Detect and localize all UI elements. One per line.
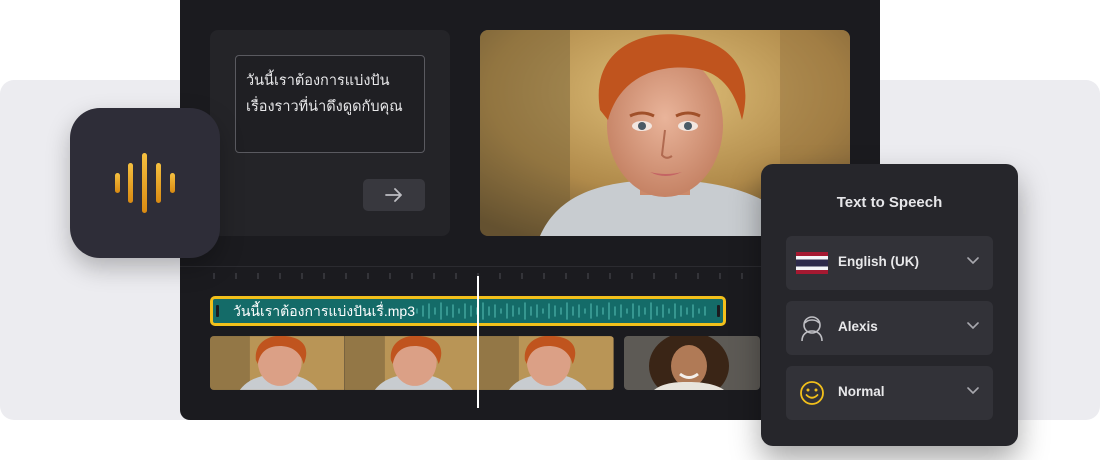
- script-text-area[interactable]: วันนี้เราต้องการแบ่งปันเรื่องราวที่น่าดึ…: [235, 55, 425, 153]
- submit-button[interactable]: [363, 179, 425, 211]
- video-clip[interactable]: [210, 336, 614, 390]
- video-thumbnail: [479, 336, 614, 390]
- chevron-down-icon: [967, 257, 979, 265]
- clip-left-handle[interactable]: [216, 305, 219, 317]
- playhead[interactable]: [477, 276, 479, 408]
- arrow-right-icon: [385, 188, 402, 202]
- video-clip-2[interactable]: [624, 336, 760, 390]
- smiley-icon: [800, 381, 824, 405]
- panel-title: Text to Speech: [836, 194, 943, 211]
- clip-right-handle[interactable]: [717, 305, 720, 317]
- style-dropdown[interactable]: Normal: [786, 366, 993, 420]
- waveform: [416, 302, 706, 320]
- audio-wave-app-icon: [70, 108, 220, 258]
- voice-label: Alexis: [838, 319, 878, 334]
- chevron-down-icon: [967, 322, 979, 330]
- audio-clip[interactable]: วันนี้เราต้องการแบ่งปันเรื่.mp3: [210, 296, 726, 326]
- language-label: English (UK): [838, 254, 919, 269]
- video-thumbnail: [344, 336, 480, 390]
- video-thumbnail: [210, 336, 345, 390]
- text-to-speech-panel: Text to Speech English (UK) Alexis Norma…: [761, 164, 1018, 446]
- voice-avatar-icon: [801, 316, 823, 342]
- voice-dropdown[interactable]: Alexis: [786, 301, 993, 355]
- audio-clip-filename: วันนี้เราต้องการแบ่งปันเรื่.mp3: [233, 303, 415, 319]
- sound-wave-icon: [115, 153, 175, 213]
- video-thumbnail: [624, 336, 760, 390]
- style-label: Normal: [838, 384, 885, 399]
- timeline-ruler: [180, 266, 780, 285]
- language-dropdown[interactable]: English (UK): [786, 236, 993, 290]
- chevron-down-icon: [967, 387, 979, 395]
- thai-flag-icon: [796, 252, 828, 274]
